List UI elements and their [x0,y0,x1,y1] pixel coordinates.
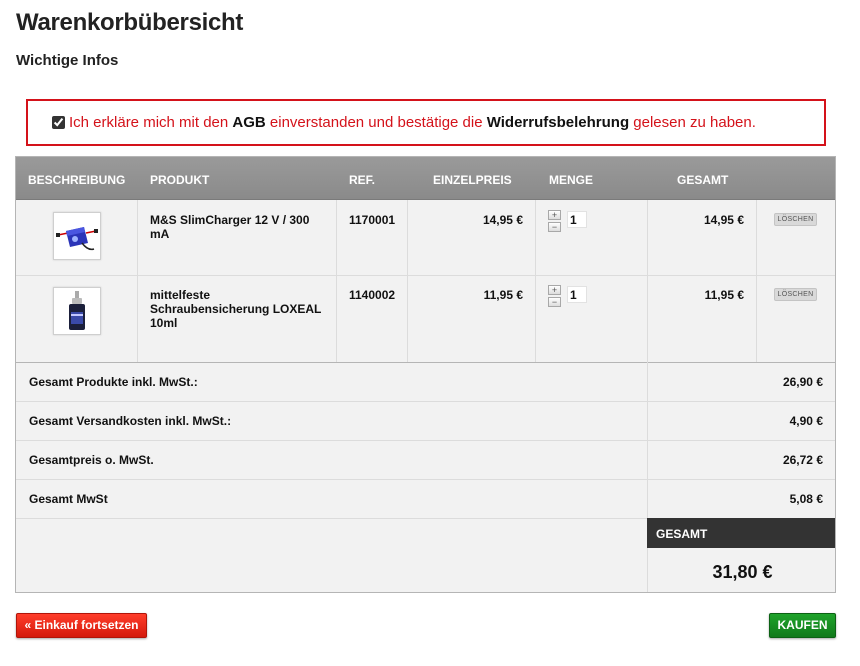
delete-button[interactable]: LÖSCHEN [774,213,817,226]
minus-icon[interactable]: − [548,222,561,232]
cart-table: BESCHREIBUNG PRODUKT REF. EINZELPREIS ME… [15,156,836,593]
col-divider [535,200,536,362]
row-divider [16,275,835,276]
widerruf-link[interactable]: Widerrufsbelehrung [487,114,629,131]
summary-divider [16,479,835,480]
summary-divider [16,440,835,441]
section-subtitle: Wichtige Infos [16,52,119,69]
plus-icon[interactable]: + [548,285,561,295]
summary-vat-label: Gesamt MwSt [29,492,108,506]
continue-shopping-button[interactable]: « Einkauf fortsetzen [16,613,147,638]
grand-total-label: GESAMT [647,518,835,548]
page-title: Warenkorbübersicht [16,9,244,36]
table-header: BESCHREIBUNG PRODUKT REF. EINZELPREIS ME… [16,157,835,200]
col-divider [756,200,757,362]
header-menge: MENGE [549,173,594,187]
unit-price: 14,95 € [482,213,523,227]
quantity-input[interactable] [567,211,587,228]
header-gesamt: GESAMT [677,173,729,187]
quantity-stepper: + − [548,210,562,234]
product-ref: 1140002 [349,288,396,302]
summary-products-label: Gesamt Produkte inkl. MwSt.: [29,375,198,389]
plus-icon[interactable]: + [548,210,561,220]
quantity-input[interactable] [567,286,587,303]
agb-link[interactable]: AGB [232,114,265,131]
row-total: 14,95 € [703,213,744,227]
buy-button[interactable]: KAUFEN [769,613,836,638]
charger-product-image[interactable] [53,212,101,260]
bottle-product-image[interactable] [53,287,101,335]
grand-total-value: 31,80 € [712,562,773,582]
agb-text-before: Ich erkläre mich mit den [69,114,233,131]
col-divider [137,200,138,362]
summary-net-label: Gesamtpreis o. MwSt. [29,453,154,467]
product-name[interactable]: M&S SlimCharger 12 V / 300 mA [150,213,330,241]
summary-vat-value: 5,08 € [789,492,823,506]
items-end-divider [16,362,835,363]
col-divider [336,200,337,362]
unit-price: 11,95 € [483,288,523,302]
summary-shipping-value: 4,90 € [789,414,823,428]
quantity-stepper: + − [548,285,562,309]
summary-products-value: 26,90 € [782,375,823,389]
header-produkt: PRODUKT [150,173,210,187]
header-ref: REF. [349,173,376,187]
summary-shipping-label: Gesamt Versandkosten inkl. MwSt.: [29,414,232,428]
agb-checkbox[interactable] [52,116,65,129]
product-ref: 1170001 [349,213,396,227]
product-name[interactable]: mittelfeste Schraubensicherung LOXEAL 10… [150,288,330,330]
summary-divider [16,401,835,402]
agb-text: Ich erkläre mich mit den AGB einverstand… [69,114,756,131]
header-beschreibung: BESCHREIBUNG [28,173,126,187]
agb-text-after: gelesen zu haben. [629,114,756,131]
agb-text-middle: einverstanden und bestätige die [265,114,487,131]
agb-consent-box: Ich erkläre mich mit den AGB einverstand… [26,99,826,146]
grand-total-box: 31,80 € [647,548,835,592]
delete-button[interactable]: LÖSCHEN [774,288,817,301]
row-total: 11,95 € [704,288,744,302]
summary-net-value: 26,72 € [782,453,823,467]
minus-icon[interactable]: − [548,297,561,307]
header-einzelpreis: EINZELPREIS [433,173,512,187]
